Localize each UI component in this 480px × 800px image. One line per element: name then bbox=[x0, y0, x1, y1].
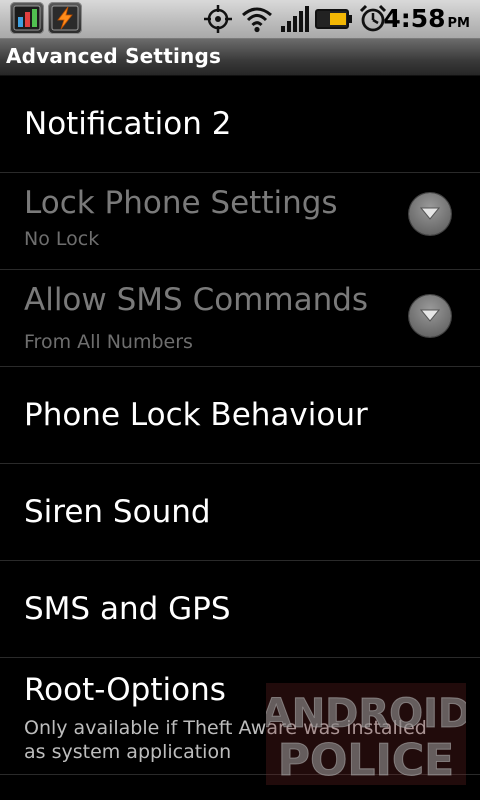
page-title: Advanced Settings bbox=[6, 44, 222, 68]
wifi-icon bbox=[242, 7, 272, 33]
setting-summary: No Lock bbox=[24, 228, 100, 250]
gps-icon bbox=[204, 5, 232, 33]
settings-list: Notification 2 Lock Phone Settings No Lo… bbox=[0, 76, 480, 775]
setting-siren-sound[interactable]: Siren Sound bbox=[0, 464, 480, 561]
setting-title: Lock Phone Settings bbox=[24, 185, 338, 221]
battery-icon bbox=[315, 9, 352, 29]
dropdown-button[interactable] bbox=[409, 193, 451, 235]
clock: 4:58 PM bbox=[383, 5, 470, 38]
clock-time: 4:58 bbox=[383, 4, 446, 33]
watermark-line1: ANDROID bbox=[266, 691, 466, 737]
setting-title: SMS and GPS bbox=[24, 591, 231, 627]
setting-title: Siren Sound bbox=[24, 494, 211, 530]
setting-sms-and-gps[interactable]: SMS and GPS bbox=[0, 561, 480, 658]
clock-ampm: PM bbox=[447, 16, 470, 31]
lightning-app-icon[interactable] bbox=[48, 2, 82, 34]
taskmanager-icon[interactable] bbox=[10, 2, 44, 34]
setting-lock-phone-settings[interactable]: Lock Phone Settings No Lock bbox=[0, 173, 480, 270]
setting-phone-lock-behaviour[interactable]: Phone Lock Behaviour bbox=[0, 367, 480, 464]
setting-allow-sms-commands[interactable]: Allow SMS Commands From All Numbers bbox=[0, 270, 480, 367]
setting-title: Phone Lock Behaviour bbox=[24, 397, 368, 433]
dropdown-arrow-icon bbox=[420, 207, 440, 220]
setting-title: Root-Options bbox=[24, 672, 226, 708]
dropdown-button[interactable] bbox=[409, 295, 451, 337]
setting-summary: From All Numbers bbox=[24, 331, 193, 353]
watermark-logo: ANDROID POLICE bbox=[266, 683, 466, 785]
setting-notification-2[interactable]: Notification 2 bbox=[0, 76, 480, 173]
title-bar: Advanced Settings bbox=[0, 39, 480, 76]
signal-icon bbox=[281, 6, 309, 32]
setting-title: Allow SMS Commands bbox=[24, 282, 369, 318]
setting-title: Notification 2 bbox=[24, 106, 232, 142]
watermark-line2: POLICE bbox=[278, 735, 454, 785]
status-bar[interactable]: 4:58 PM bbox=[0, 0, 480, 39]
dropdown-arrow-icon bbox=[420, 309, 440, 322]
